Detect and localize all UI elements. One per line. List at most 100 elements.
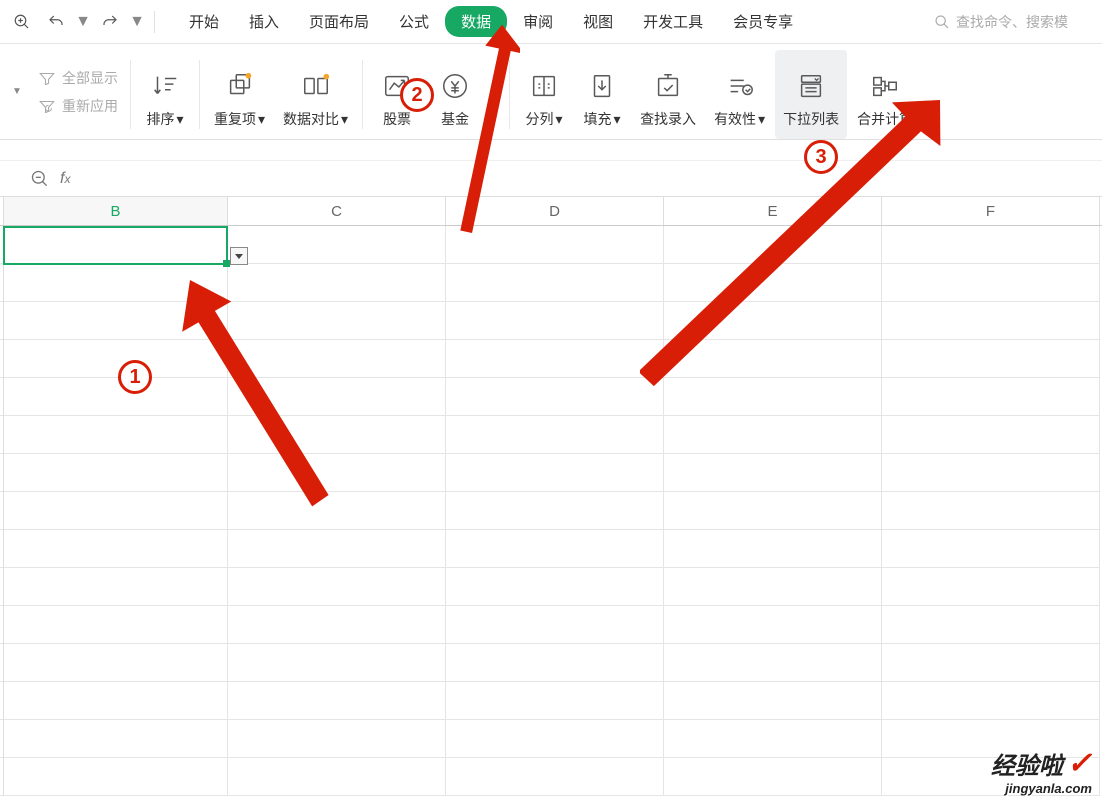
cell[interactable] (882, 378, 1100, 416)
cell[interactable] (446, 454, 664, 492)
cell[interactable] (228, 264, 446, 302)
cell[interactable] (228, 530, 446, 568)
cell[interactable] (228, 492, 446, 530)
undo-dropdown-icon[interactable]: ▼ (76, 10, 90, 34)
cell[interactable] (446, 226, 664, 264)
cell[interactable] (228, 720, 446, 758)
cell[interactable] (664, 530, 882, 568)
cell[interactable] (882, 682, 1100, 720)
cell[interactable] (446, 720, 664, 758)
column-header[interactable]: D (446, 197, 664, 225)
cell[interactable] (664, 568, 882, 606)
cell[interactable] (4, 416, 228, 454)
cell[interactable] (664, 226, 882, 264)
formula-input[interactable] (80, 165, 1092, 193)
duplicates-button[interactable]: 重复项▾ (206, 50, 273, 139)
tab-developer[interactable]: 开发工具 (629, 5, 717, 38)
cell[interactable] (446, 492, 664, 530)
fund-button[interactable]: 基金 (427, 50, 483, 139)
cell[interactable] (4, 378, 228, 416)
cell[interactable] (446, 378, 664, 416)
cell[interactable] (446, 340, 664, 378)
tab-view[interactable]: 视图 (569, 5, 627, 38)
tab-review[interactable]: 审阅 (509, 5, 567, 38)
validation-button[interactable]: 有效性▾ (706, 50, 773, 139)
cell[interactable] (446, 568, 664, 606)
zoom-out-icon[interactable] (30, 169, 50, 189)
cell[interactable] (4, 302, 228, 340)
cell[interactable] (446, 302, 664, 340)
cell[interactable] (228, 226, 446, 264)
cell[interactable] (664, 758, 882, 796)
cell[interactable] (4, 226, 228, 264)
cell[interactable] (664, 492, 882, 530)
cell[interactable] (446, 644, 664, 682)
column-header[interactable]: F (882, 197, 1100, 225)
cell[interactable] (4, 492, 228, 530)
cell[interactable] (882, 226, 1100, 264)
undo-icon[interactable] (42, 8, 70, 36)
cell[interactable] (446, 530, 664, 568)
cell[interactable] (664, 720, 882, 758)
data-compare-button[interactable]: 数据对比▾ (275, 50, 356, 139)
redo-icon[interactable] (96, 8, 124, 36)
cell[interactable] (228, 302, 446, 340)
show-all-button[interactable]: 全部显示 (38, 68, 118, 88)
cell[interactable] (446, 264, 664, 302)
cell[interactable] (228, 758, 446, 796)
cell-dropdown-icon[interactable] (230, 247, 248, 265)
qat-more-icon[interactable]: ▼ (130, 10, 144, 34)
fill-button[interactable]: 填充▾ (574, 50, 630, 139)
tab-page-layout[interactable]: 页面布局 (295, 5, 383, 38)
fund-dropdown[interactable]: ▼ (485, 50, 503, 139)
cell[interactable] (4, 340, 228, 378)
cell[interactable] (446, 682, 664, 720)
command-search[interactable]: 查找命令、搜索模 (934, 12, 1094, 32)
column-header[interactable]: E (664, 197, 882, 225)
cell[interactable] (664, 340, 882, 378)
dropdown-list-button[interactable]: 下拉列表 (775, 50, 847, 139)
cell[interactable] (664, 454, 882, 492)
sort-button[interactable]: 排序▾ (137, 50, 193, 139)
cell[interactable] (228, 378, 446, 416)
column-header[interactable]: B (4, 197, 228, 225)
cell[interactable] (882, 606, 1100, 644)
cell[interactable] (882, 416, 1100, 454)
cell[interactable] (4, 682, 228, 720)
cell[interactable] (228, 606, 446, 644)
cell[interactable] (228, 416, 446, 454)
cell[interactable] (664, 416, 882, 454)
cell[interactable] (4, 606, 228, 644)
cell[interactable] (4, 644, 228, 682)
cell[interactable] (446, 758, 664, 796)
cell[interactable] (664, 644, 882, 682)
cell[interactable] (882, 264, 1100, 302)
consolidate-button[interactable]: 合并计算 (849, 50, 921, 139)
tab-home[interactable]: 开始 (175, 5, 233, 38)
cell[interactable] (664, 264, 882, 302)
tab-member[interactable]: 会员专享 (719, 5, 807, 38)
column-header[interactable]: C (228, 197, 446, 225)
cell[interactable] (882, 454, 1100, 492)
fx-icon[interactable]: fx (60, 170, 70, 188)
cell[interactable] (882, 530, 1100, 568)
cell[interactable] (882, 302, 1100, 340)
cell[interactable] (228, 644, 446, 682)
tab-data[interactable]: 数据 (445, 6, 507, 37)
filter-dropdown-icon[interactable]: ▼ (10, 80, 24, 104)
text-to-columns-button[interactable]: 分列▾ (516, 50, 572, 139)
reapply-button[interactable]: 重新应用 (38, 96, 118, 116)
cell[interactable] (4, 720, 228, 758)
tab-formulas[interactable]: 公式 (385, 5, 443, 38)
cell[interactable] (228, 568, 446, 606)
cell[interactable] (228, 340, 446, 378)
cell[interactable] (228, 454, 446, 492)
cell[interactable] (4, 264, 228, 302)
find-entry-button[interactable]: 查找录入 (632, 50, 704, 139)
cell[interactable] (228, 682, 446, 720)
cell[interactable] (882, 644, 1100, 682)
cell[interactable] (664, 606, 882, 644)
cell[interactable] (4, 568, 228, 606)
zoom-in-icon[interactable] (8, 8, 36, 36)
cell[interactable] (882, 568, 1100, 606)
